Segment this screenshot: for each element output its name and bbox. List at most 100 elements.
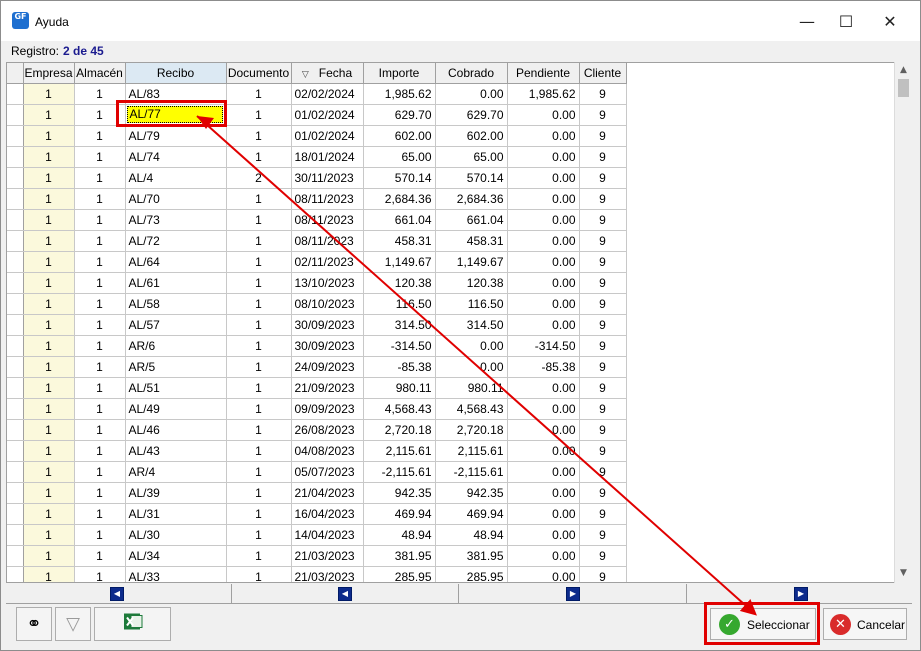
table-cell[interactable]: 942.35 (363, 482, 436, 504)
table-row[interactable]: 1 1 AL/30 1 14/04/2023 48.94 48.94 0.00 9 (7, 524, 627, 546)
table-row[interactable]: 1 1 AL/4 2 30/11/2023 570.14 570.14 0.00 9 (7, 167, 627, 189)
table-cell[interactable]: 602.00 (363, 125, 436, 147)
table-cell[interactable]: AL/83 (125, 83, 227, 105)
table-cell[interactable]: 2,720.18 (363, 419, 436, 441)
table-cell[interactable]: 2,720.18 (435, 419, 508, 441)
table-cell[interactable]: AL/57 (125, 314, 227, 336)
table-row[interactable]: 1 1 AL/83 1 02/02/2024 1,985.62 0.00 1,985.62 9 (7, 83, 627, 105)
table-cell[interactable]: 9 (579, 167, 627, 189)
table-cell[interactable]: 1 (226, 251, 292, 273)
table-cell[interactable]: 0.00 (435, 335, 508, 357)
table-cell[interactable]: 661.04 (435, 209, 508, 231)
column-header-7[interactable]: Pendiente (507, 63, 580, 84)
table-cell[interactable]: 1 (74, 461, 126, 483)
table-cell[interactable]: 9 (579, 440, 627, 462)
minimize-button[interactable]: — (785, 7, 829, 37)
table-cell[interactable]: 9 (579, 314, 627, 336)
table-cell[interactable]: 48.94 (435, 524, 508, 546)
table-cell[interactable]: 1 (23, 524, 75, 546)
table-cell[interactable]: 02/02/2024 (291, 83, 364, 105)
selected-cell[interactable]: AL/77 (126, 106, 223, 123)
row-indicator[interactable] (7, 419, 24, 441)
table-row[interactable]: 1 1 AL/51 1 21/09/2023 980.11 980.11 0.00 9 (7, 377, 627, 399)
table-cell[interactable]: 1 (23, 419, 75, 441)
table-cell[interactable]: AL/4 (125, 167, 227, 189)
table-cell[interactable]: 629.70 (435, 104, 508, 126)
table-cell[interactable]: 116.50 (435, 293, 508, 315)
row-indicator[interactable] (7, 83, 24, 105)
table-cell[interactable]: 1 (226, 398, 292, 420)
table-cell[interactable]: 1 (74, 125, 126, 147)
table-cell[interactable]: 08/11/2023 (291, 209, 364, 231)
table-cell[interactable]: 1 (23, 230, 75, 252)
table-cell[interactable]: 1 (226, 377, 292, 399)
table-cell[interactable]: 1 (23, 272, 75, 294)
vertical-scrollbar[interactable]: ▲ ▼ (894, 62, 912, 583)
table-cell[interactable]: 9 (579, 272, 627, 294)
row-indicator[interactable] (7, 545, 24, 567)
table-cell[interactable]: 1 (23, 293, 75, 315)
table-cell[interactable]: AL/51 (125, 377, 227, 399)
table-cell[interactable]: 26/08/2023 (291, 419, 364, 441)
table-cell[interactable]: 0.00 (507, 167, 580, 189)
table-row[interactable]: 1 1 AL/57 1 30/09/2023 314.50 314.50 0.00 9 (7, 314, 627, 336)
table-cell[interactable]: 02/11/2023 (291, 251, 364, 273)
table-cell[interactable]: 0.00 (507, 146, 580, 168)
table-cell[interactable]: AL/39 (125, 482, 227, 504)
table-cell[interactable]: 1 (74, 188, 126, 210)
table-cell[interactable]: -314.50 (507, 335, 580, 357)
table-cell[interactable]: AR/6 (125, 335, 227, 357)
table-row[interactable]: 1 1 AL/74 1 18/01/2024 65.00 65.00 0.00 9 (7, 146, 627, 168)
column-header-3[interactable]: Documento (226, 63, 292, 84)
table-row[interactable]: 1 1 AR/6 1 30/09/2023 -314.50 0.00 -314.50 9 (7, 335, 627, 357)
table-cell[interactable]: 01/02/2024 (291, 104, 364, 126)
table-cell[interactable]: 1 (226, 461, 292, 483)
table-cell[interactable]: 1 (23, 314, 75, 336)
table-cell[interactable]: 65.00 (435, 146, 508, 168)
table-cell[interactable]: 1 (23, 482, 75, 504)
table-cell[interactable]: 9 (579, 461, 627, 483)
maximize-button[interactable]: ☐ (824, 7, 868, 37)
table-cell[interactable]: 570.14 (435, 167, 508, 189)
table-cell[interactable]: 1 (74, 167, 126, 189)
table-cell[interactable]: 1 (23, 377, 75, 399)
row-indicator[interactable] (7, 293, 24, 315)
row-indicator[interactable] (7, 314, 24, 336)
table-cell[interactable]: 24/09/2023 (291, 356, 364, 378)
table-cell[interactable]: 629.70 (363, 104, 436, 126)
table-cell[interactable]: 570.14 (363, 167, 436, 189)
next-record-button[interactable]: ▶ (566, 587, 580, 601)
table-cell[interactable]: AL/74 (125, 146, 227, 168)
table-cell[interactable]: 1 (226, 83, 292, 105)
scroll-up-icon[interactable]: ▲ (895, 62, 912, 79)
table-cell[interactable]: AL/43 (125, 440, 227, 462)
column-header-4[interactable]: ▽ Fecha (291, 63, 364, 84)
table-cell[interactable]: 48.94 (363, 524, 436, 546)
select-button[interactable]: ✓ Seleccionar (710, 608, 816, 640)
row-indicator[interactable] (7, 251, 24, 273)
table-cell[interactable]: 1 (23, 545, 75, 567)
table-cell[interactable]: 9 (579, 188, 627, 210)
row-indicator[interactable] (7, 524, 24, 546)
table-row[interactable]: 1 1 AL/73 1 08/11/2023 661.04 661.04 0.00 9 (7, 209, 627, 231)
table-cell[interactable]: 469.94 (363, 503, 436, 525)
table-cell[interactable]: 1 (74, 545, 126, 567)
table-cell[interactable]: 1 (226, 272, 292, 294)
table-row[interactable]: 1 1 AL/79 1 01/02/2024 602.00 602.00 0.00 9 (7, 125, 627, 147)
table-row[interactable]: 1 1 AL/31 1 16/04/2023 469.94 469.94 0.00 9 (7, 503, 627, 525)
table-cell[interactable]: 1 (226, 104, 292, 126)
column-header-8[interactable]: Cliente (579, 63, 627, 84)
table-cell[interactable]: 1 (23, 104, 75, 126)
table-cell[interactable]: 469.94 (435, 503, 508, 525)
table-row[interactable]: 1 1 AL/61 1 13/10/2023 120.38 120.38 0.00 9 (7, 272, 627, 294)
table-cell[interactable]: AL/58 (125, 293, 227, 315)
table-cell[interactable]: AR/4 (125, 461, 227, 483)
table-cell[interactable]: 1 (74, 377, 126, 399)
table-cell[interactable]: 1 (74, 335, 126, 357)
row-indicator[interactable] (7, 482, 24, 504)
table-cell[interactable]: 30/09/2023 (291, 335, 364, 357)
table-cell[interactable]: 9 (579, 335, 627, 357)
table-cell[interactable]: 1 (23, 503, 75, 525)
table-cell[interactable]: 1 (23, 146, 75, 168)
table-cell[interactable]: 21/03/2023 (291, 545, 364, 567)
